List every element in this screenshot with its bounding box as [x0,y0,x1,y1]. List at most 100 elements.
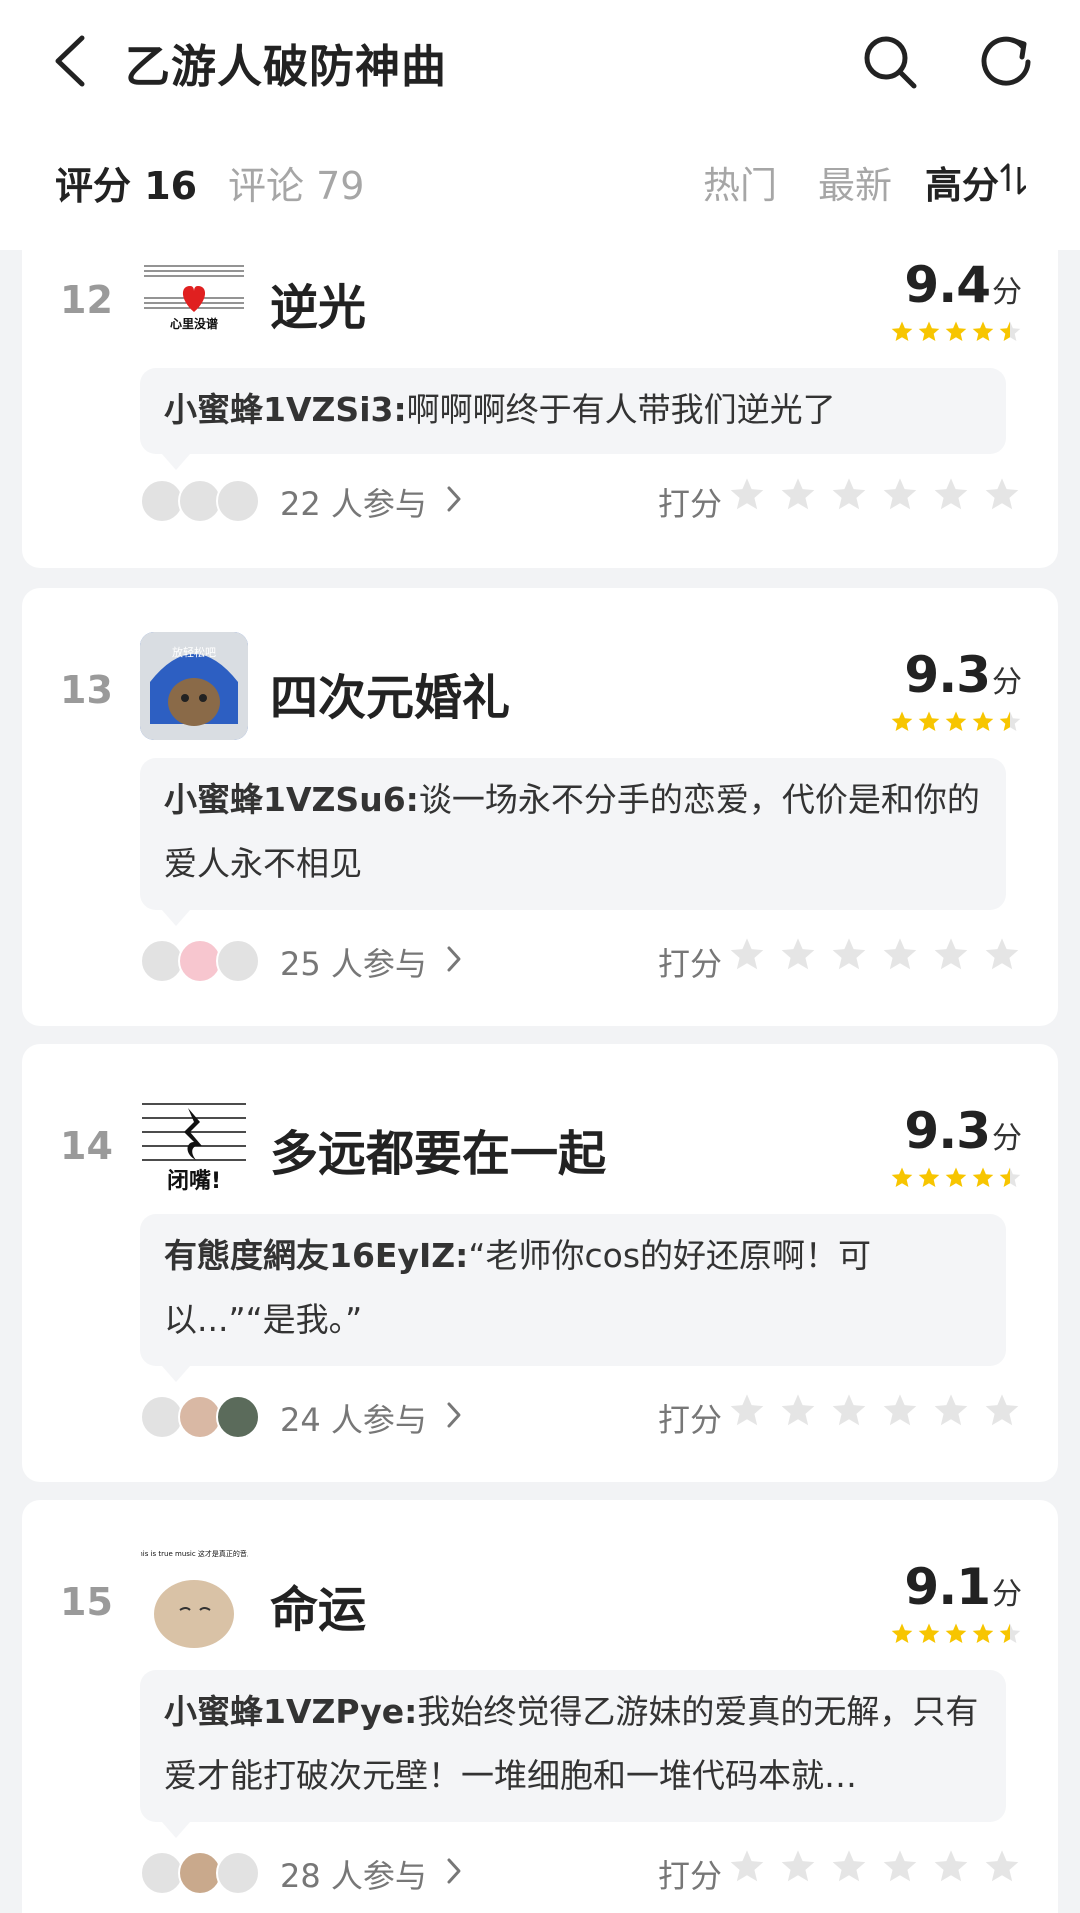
score-value: 9.3 [904,1102,991,1160]
score-stars [890,1166,1022,1190]
star-icon[interactable] [830,476,868,514]
star-icon [891,711,913,731]
star-icon[interactable] [779,1392,817,1430]
star-icon[interactable] [983,1392,1021,1430]
rate-stars[interactable] [728,476,1021,514]
star-icon[interactable] [932,936,970,974]
song-card[interactable]: 14 闭嘴! 多远都要在一起 9.3分 有態度網友16EyIZ:“老师你cos的… [22,1044,1058,1482]
star-icon [891,1623,913,1643]
card-footer: 22 人参与 打分 [140,476,1020,526]
sort-hot[interactable]: 热门 [703,155,777,209]
star-icon[interactable] [932,476,970,514]
sort-latest[interactable]: 最新 [818,155,892,209]
search-button[interactable] [860,32,920,92]
sort-high-score[interactable]: 高分 [925,155,999,209]
star-icon[interactable] [881,1392,919,1430]
star-icon[interactable] [932,1392,970,1430]
bubble-tail [162,1822,190,1838]
svg-text:心里没谱: 心里没谱 [170,316,218,331]
star-icon [945,321,967,341]
participants-count[interactable]: 28 人参与 [280,1851,427,1897]
star-icon [918,321,940,341]
comment-user[interactable]: 有態度網友16EyIZ: [164,1236,468,1275]
top-comment[interactable]: 小蜜蜂1VZPye:我始终觉得乙游妹的爱真的无解，只有爱才能打破次元壁！一堆细胞… [140,1670,1006,1822]
tab-bar: 评分 16 评论 79 热门 最新 高分 [0,155,1080,215]
rate-label: 打分 [658,1857,723,1895]
comment-text: 啊啊啊终于有人带我们逆光了 [406,390,836,429]
star-icon[interactable] [728,936,766,974]
bubble-tail [162,910,190,926]
score: 9.4分 [862,256,1022,341]
comment-user[interactable]: 小蜜蜂1VZSi3: [164,390,407,429]
score-value: 9.4 [904,256,991,314]
top-bar: 乙游人破防神曲 评分 16 评论 79 热门 最新 高分 [0,0,1080,250]
star-icon[interactable] [779,936,817,974]
star-icon[interactable] [830,1848,868,1886]
rate-stars[interactable] [728,1848,1021,1886]
score-stars [890,710,1022,734]
bubble-tail [162,454,190,470]
participants-count[interactable]: 25 人参与 [280,939,427,985]
nav-bar: 乙游人破防神曲 [0,0,1080,124]
tab-comments[interactable]: 评论 79 [228,155,364,210]
participant-avatars[interactable] [140,939,260,983]
song-cover[interactable]: 放轻松吧 [140,632,248,740]
star-icon [891,1167,913,1187]
top-comment[interactable]: 小蜜蜂1VZSu6:谈一场永不分手的恋爱，代价是和你的爱人永不相见 [140,758,1006,910]
star-icon[interactable] [881,936,919,974]
song-card[interactable]: 12 心里没谱 逆光 9.4分 小蜜蜂1VZSi3:啊啊啊终于有人带我们逆光了 … [22,200,1058,568]
comment-user[interactable]: 小蜜蜂1VZPye: [164,1692,417,1731]
chevron-right-icon[interactable] [445,484,463,514]
star-icon[interactable] [983,1848,1021,1886]
star-icon[interactable] [881,476,919,514]
star-icon[interactable] [983,936,1021,974]
sort-arrows-icon[interactable] [1000,161,1026,197]
star-icon[interactable] [779,1848,817,1886]
song-cover[interactable]: 闭嘴! [140,1088,248,1196]
star-icon [999,321,1021,341]
rest-note-cover-image: 闭嘴! [142,1103,246,1194]
star-icon [945,1167,967,1187]
star-icon[interactable] [779,476,817,514]
song-card[interactable]: 15 This is true music 这才是真正的音乐 命运 9.1分 小… [22,1500,1058,1913]
avatar [216,1395,260,1439]
tab-score[interactable]: 评分 16 [55,155,197,210]
chevron-right-icon[interactable] [445,944,463,974]
cat-music-cover-image: This is true music 这才是真正的音乐 [140,1544,248,1652]
star-icon[interactable] [728,476,766,514]
rank-number: 15 [60,1580,113,1624]
top-comment[interactable]: 小蜜蜂1VZSi3:啊啊啊终于有人带我们逆光了 [140,368,1006,454]
star-icon[interactable] [830,1392,868,1430]
chevron-right-icon[interactable] [445,1400,463,1430]
participants-count[interactable]: 24 人参与 [280,1395,427,1441]
rate-stars[interactable] [728,936,1021,974]
participant-avatars[interactable] [140,1851,260,1895]
star-icon[interactable] [983,476,1021,514]
participant-avatars[interactable] [140,479,260,523]
music-note-cover-image: 心里没谱 [144,265,244,331]
star-icon[interactable] [728,1848,766,1886]
participants-count[interactable]: 22 人参与 [280,479,427,525]
star-icon[interactable] [932,1848,970,1886]
participant-avatars[interactable] [140,1395,260,1439]
song-cover[interactable]: 心里没谱 [140,252,248,360]
card-footer: 24 人参与 打分 [140,1392,1020,1442]
star-icon[interactable] [881,1848,919,1886]
star-icon [891,321,913,341]
song-card[interactable]: 13 放轻松吧 四次元婚礼 9.3分 小蜜蜂1VZSu6:谈一场永不分手的恋爱，… [22,588,1058,1026]
rate-stars[interactable] [728,1392,1021,1430]
svg-text:放轻松吧: 放轻松吧 [172,645,216,659]
star-icon [945,711,967,731]
svg-text:闭嘴!: 闭嘴! [167,1169,221,1194]
rate-label: 打分 [658,485,723,523]
top-comment[interactable]: 有態度網友16EyIZ:“老师你cos的好还原啊！可以...”“是我。” [140,1214,1006,1366]
star-icon[interactable] [728,1392,766,1430]
comment-user[interactable]: 小蜜蜂1VZSu6: [164,780,419,819]
song-title: 命运 [270,1582,367,1638]
back-button[interactable] [44,28,94,94]
chevron-right-icon[interactable] [445,1856,463,1886]
song-cover[interactable]: This is true music 这才是真正的音乐 [140,1544,248,1652]
score-unit: 分 [992,1577,1022,1612]
refresh-button[interactable] [976,32,1036,92]
star-icon[interactable] [830,936,868,974]
